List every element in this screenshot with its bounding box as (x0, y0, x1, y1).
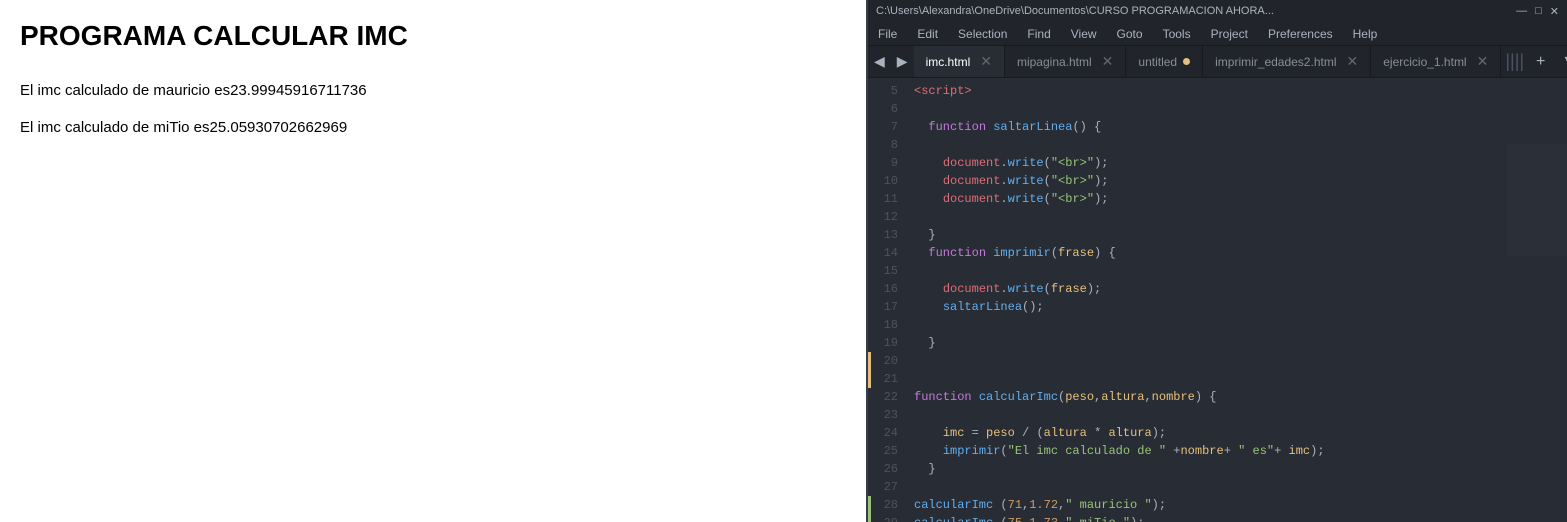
line-6: 6 (868, 100, 898, 118)
menu-help[interactable]: Help (1349, 25, 1382, 43)
line-16: 16 (868, 280, 898, 298)
close-btn[interactable]: ✕ (1550, 5, 1559, 18)
maximize-btn[interactable]: □ (1535, 5, 1542, 18)
line-5: 5 (868, 82, 898, 100)
menu-tools[interactable]: Tools (1159, 25, 1195, 43)
line-29: 29 (868, 514, 898, 522)
tab-ejercicio1[interactable]: ejercicio_1.html ✕ (1371, 46, 1501, 77)
output-line-2: El imc calculado de miTio es25.059307026… (20, 119, 846, 136)
line-26: 26 (868, 460, 898, 478)
menu-view[interactable]: View (1067, 25, 1101, 43)
tab-nav-forward[interactable]: ▶ (891, 46, 914, 77)
code-area: 5 6 7 8 9 10 11 12 13 14 15 16 17 18 19 … (868, 78, 1567, 522)
tab-untitled[interactable]: untitled (1126, 46, 1203, 77)
output-line-1: El imc calculado de mauricio es23.999459… (20, 82, 846, 99)
tab-imc-html[interactable]: imc.html ✕ (914, 46, 1005, 77)
tab-close-icon[interactable]: ✕ (1347, 53, 1359, 70)
tab-modified-dot (1183, 58, 1190, 65)
tab-close-icon[interactable]: ✕ (1102, 53, 1114, 70)
tab-label: untitled (1138, 55, 1177, 69)
line-18: 18 (868, 316, 898, 334)
browser-preview: PROGRAMA CALCULAR IMC El imc calculado d… (0, 0, 868, 522)
tab-label: ejercicio_1.html (1383, 55, 1466, 69)
line-12: 12 (868, 208, 898, 226)
menu-project[interactable]: Project (1207, 25, 1252, 43)
menu-preferences[interactable]: Preferences (1264, 25, 1337, 43)
menu-selection[interactable]: Selection (954, 25, 1011, 43)
line-7: 7 (868, 118, 898, 136)
page-title: PROGRAMA CALCULAR IMC (20, 20, 846, 52)
line-20: 20 (868, 352, 898, 370)
line-numbers: 5 6 7 8 9 10 11 12 13 14 15 16 17 18 19 … (868, 78, 906, 522)
line-23: 23 (868, 406, 898, 424)
tab-add-button[interactable]: + (1528, 46, 1553, 77)
menu-find[interactable]: Find (1023, 25, 1054, 43)
tab-imprimir-edades2[interactable]: imprimir_edades2.html ✕ (1203, 46, 1371, 77)
minimap (1507, 78, 1567, 522)
line-25: 25 (868, 442, 898, 460)
menu-file[interactable]: File (874, 25, 901, 43)
tab-bar: ◀ ▶ imc.html ✕ mipagina.html ✕ untitled … (868, 46, 1567, 78)
tab-nav-back[interactable]: ◀ (868, 46, 891, 77)
editor-title-text: C:\Users\Alexandra\OneDrive\Documentos\C… (876, 5, 1274, 17)
minimize-btn[interactable]: ― (1516, 5, 1527, 18)
line-9: 9 (868, 154, 898, 172)
tab-menu-button[interactable]: ▼ (1553, 46, 1567, 77)
tab-label: imc.html (926, 55, 971, 69)
line-13: 13 (868, 226, 898, 244)
line-17: 17 (868, 298, 898, 316)
line-24: 24 (868, 424, 898, 442)
line-8: 8 (868, 136, 898, 154)
tab-mipagina-html[interactable]: mipagina.html ✕ (1005, 46, 1126, 77)
editor-title-bar: C:\Users\Alexandra\OneDrive\Documentos\C… (868, 0, 1567, 22)
menu-goto[interactable]: Goto (1113, 25, 1147, 43)
line-28: 28 (868, 496, 898, 514)
tab-close-icon[interactable]: ✕ (980, 53, 992, 70)
line-22: 22 (868, 388, 898, 406)
line-11: 11 (868, 190, 898, 208)
minimap-content (1507, 78, 1567, 522)
line-10: 10 (868, 172, 898, 190)
line-21: 21 (868, 370, 898, 388)
menu-edit[interactable]: Edit (913, 25, 942, 43)
tab-label: imprimir_edades2.html (1215, 55, 1336, 69)
line-27: 27 (868, 478, 898, 496)
tab-label: mipagina.html (1017, 55, 1092, 69)
code-editor: C:\Users\Alexandra\OneDrive\Documentos\C… (868, 0, 1567, 522)
line-15: 15 (868, 262, 898, 280)
code-content[interactable]: <script> function saltarLinea() { docume… (906, 78, 1507, 522)
line-19: 19 (868, 334, 898, 352)
menu-bar: File Edit Selection Find View Goto Tools… (868, 22, 1567, 46)
tab-close-icon[interactable]: ✕ (1477, 53, 1489, 70)
tab-separator: |||| (1501, 46, 1528, 77)
line-14: 14 (868, 244, 898, 262)
